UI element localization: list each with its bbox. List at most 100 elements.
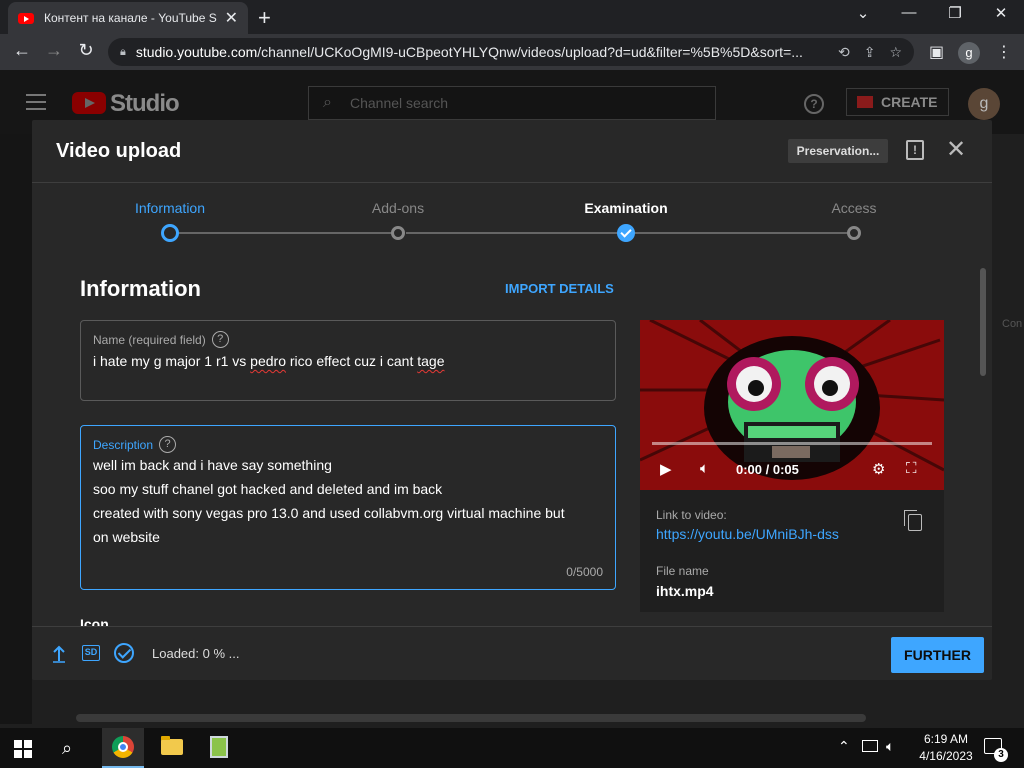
dialog-footer: SD Loaded: 0 % ... FURTHER [32, 626, 992, 680]
description-line: well im back and i have say something [93, 457, 332, 473]
create-button[interactable]: CREATE [846, 88, 949, 116]
url-text: studio.youtube.com/channel/UCKoOgMI9-uCB… [135, 44, 803, 60]
close-icon[interactable]: ✕ [946, 138, 966, 162]
import-details-link[interactable]: IMPORT DETAILS [505, 281, 614, 296]
file-name-label: File name [656, 564, 709, 578]
help-icon[interactable]: ? [804, 94, 824, 114]
account-avatar[interactable]: g [968, 88, 1000, 120]
dialog-title: Video upload [56, 140, 182, 162]
description-value[interactable]: well im back and i have say something so… [93, 453, 565, 549]
page-horizontal-scrollbar[interactable] [76, 714, 866, 722]
channel-search-placeholder: Channel search [349, 95, 449, 111]
step-information-dot[interactable] [161, 224, 179, 242]
minimize-button[interactable]: — [894, 4, 924, 21]
menu-icon[interactable] [26, 94, 46, 110]
checks-complete-icon [114, 643, 134, 663]
youtube-favicon-icon [18, 12, 34, 24]
settings-gear-icon[interactable]: ⚙ [872, 460, 885, 478]
tab-title: Контент на канале - YouTube Studio [44, 11, 217, 25]
description-field[interactable]: Description ? well im back and i have sa… [80, 425, 616, 590]
fullscreen-icon[interactable]: ⛶ [906, 460, 917, 477]
tab-close-icon[interactable]: ✕ [225, 8, 238, 28]
play-icon[interactable]: ▶ [660, 460, 672, 478]
new-tab-button[interactable]: + [258, 5, 271, 31]
windows-taskbar: ⌕ ⌃ 🔈︎ 6:19 AM 4/16/2023 3 [0, 728, 1024, 768]
bookmark-star-icon[interactable]: ☆ [889, 44, 902, 61]
step-add-ons-dot[interactable] [391, 226, 405, 240]
step-information-label[interactable]: Information [110, 200, 230, 216]
upload-status: Loaded: 0 % ... [152, 646, 240, 661]
search-icon[interactable]: ⌕ [62, 738, 72, 759]
dialog-scrollbar[interactable] [980, 268, 986, 376]
browser-tab-bar: Контент на канале - YouTube Studio ✕ + ⌄… [0, 0, 1024, 34]
tab-search-chevron-icon[interactable]: ⌄ [848, 4, 878, 22]
step-add-ons-label[interactable]: Add-ons [338, 200, 458, 216]
further-button[interactable]: FURTHER [891, 637, 984, 673]
share-icon[interactable]: ⇪ [864, 44, 876, 61]
studio-logo-text[interactable]: Studio [110, 90, 180, 118]
network-icon[interactable] [862, 740, 878, 752]
taskbar-chrome[interactable] [102, 728, 144, 768]
back-arrow-icon[interactable]: ← [10, 40, 34, 61]
translate-icon[interactable]: ⟲ [838, 44, 850, 61]
video-link[interactable]: https://youtu.be/UMniBJh-dss [656, 526, 839, 542]
file-name-value: ihtx.mp4 [656, 583, 714, 599]
copy-icon[interactable] [904, 510, 922, 531]
step-access-label[interactable]: Access [794, 200, 914, 216]
video-upload-dialog: Video upload Preservation... ! ✕ Informa… [32, 120, 992, 680]
step-access-dot[interactable] [847, 226, 861, 240]
title-value[interactable]: i hate my g major 1 r1 vs pedro rico eff… [93, 349, 444, 373]
window-close-button[interactable]: ✕ [986, 4, 1016, 22]
video-preview-card: ▶ 🔈︎ 0:00 / 0:05 ⚙ ⛶ Link to video: http… [640, 320, 944, 612]
youtube-logo-icon[interactable] [72, 92, 106, 114]
help-icon[interactable]: ? [211, 331, 229, 348]
create-label: CREATE [881, 94, 938, 110]
folder-icon [161, 736, 183, 755]
preservation-button[interactable]: Preservation... [788, 139, 888, 163]
step-examination-check-icon[interactable] [617, 224, 635, 242]
side-panel-icon[interactable]: ▣ [929, 42, 944, 62]
video-player[interactable]: ▶ 🔈︎ 0:00 / 0:05 ⚙ ⛶ [640, 320, 944, 490]
restore-button[interactable]: ❐ [940, 4, 970, 22]
notepad-icon [210, 736, 228, 758]
stepper-line [178, 232, 402, 234]
video-time: 0:00 / 0:05 [736, 462, 799, 477]
description-line: soo my stuff chanel got hacked and delet… [93, 481, 443, 497]
browser-toolbar: ← → ↻ 🔒︎ studio.youtube.com/channel/UCKo… [0, 34, 1024, 70]
windows-start-icon[interactable] [14, 740, 32, 758]
notification-count-badge: 3 [994, 748, 1008, 762]
title-field[interactable]: Name (required field) ? i hate my g majo… [80, 320, 616, 401]
lock-icon[interactable]: 🔒︎ [120, 46, 126, 59]
character-counter: 0/5000 [566, 565, 603, 579]
video-progress-bar[interactable] [652, 442, 932, 445]
studio-sidebar [0, 134, 32, 724]
address-bar[interactable]: 🔒︎ studio.youtube.com/channel/UCKoOgMI9-… [108, 38, 914, 66]
reload-icon[interactable]: ↻ [74, 40, 98, 61]
browser-profile-avatar[interactable]: g [958, 42, 980, 64]
forward-arrow-icon[interactable]: → [42, 40, 66, 61]
clock-date[interactable]: 4/16/2023 [914, 749, 978, 763]
help-icon[interactable]: ? [159, 436, 177, 453]
chrome-menu-icon[interactable]: ⋮ [996, 42, 1012, 62]
video-camera-icon [857, 96, 873, 108]
report-issue-icon[interactable]: ! [906, 140, 924, 160]
volume-icon[interactable]: 🔈︎ [700, 460, 709, 477]
section-title: Information [80, 276, 201, 301]
stepper-line [406, 232, 624, 234]
taskbar-notepad[interactable] [198, 728, 240, 768]
stepper-line [634, 232, 850, 234]
volume-icon[interactable]: 🔈︎ [886, 738, 894, 755]
step-examination-label[interactable]: Examination [566, 200, 686, 216]
title-field-label: Name (required field) ? [93, 331, 229, 348]
tray-chevron-up-icon[interactable]: ⌃ [838, 738, 850, 755]
browser-tab[interactable]: Контент на канале - YouTube Studio ✕ [8, 2, 248, 34]
channel-search-input[interactable]: ⌕ Channel search [308, 86, 716, 120]
dialog-divider [32, 182, 992, 183]
video-link-label: Link to video: [656, 508, 727, 522]
description-line: on website [93, 529, 160, 545]
clock-time[interactable]: 6:19 AM [914, 732, 978, 746]
search-icon: ⌕ [323, 94, 332, 111]
chrome-icon [112, 736, 134, 758]
upload-icon [53, 645, 65, 663]
taskbar-file-explorer[interactable] [150, 728, 192, 768]
